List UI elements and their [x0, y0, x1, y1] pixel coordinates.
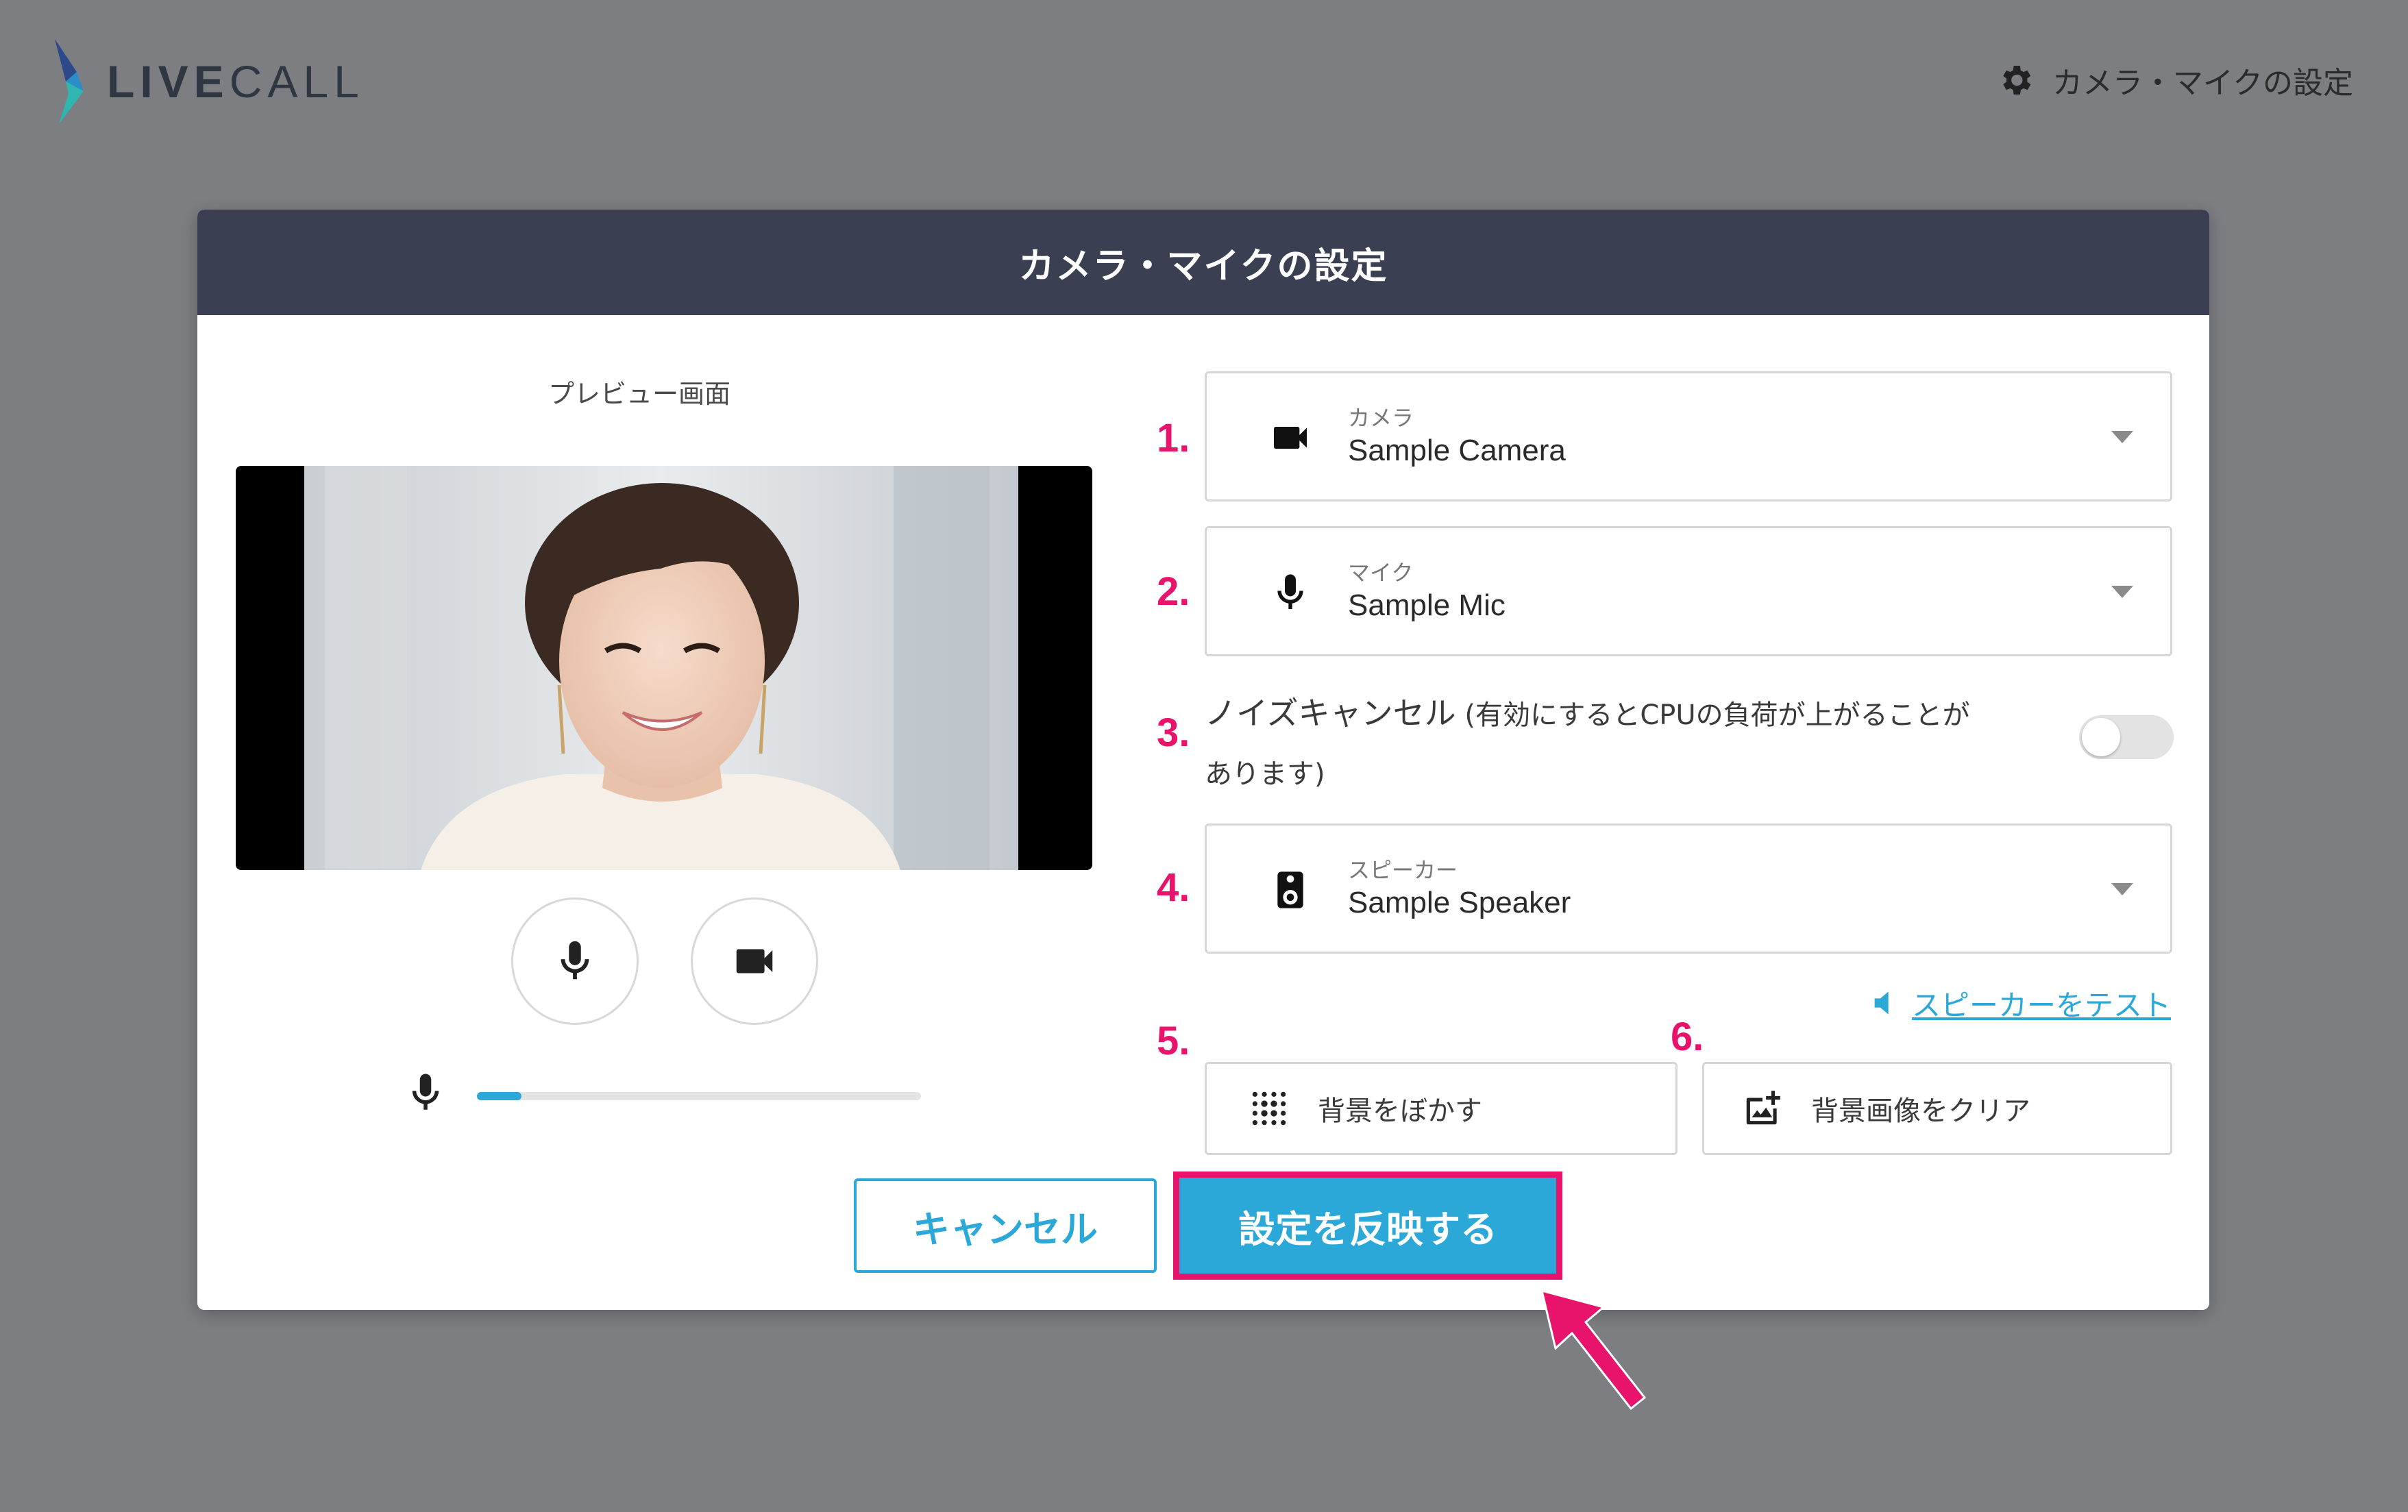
clear-background-image-button[interactable]: 背景画像をクリア [1702, 1062, 2172, 1155]
camera-select-value: Sample Camera [1348, 434, 1566, 467]
logo-mark-icon [55, 39, 84, 124]
mic-level-icon [412, 1074, 439, 1110]
marker-1: 1. [1157, 416, 1190, 460]
chevron-down-icon [2111, 586, 2133, 598]
camera-select-caption: カメラ [1348, 405, 1414, 431]
marker-6: 6. [1671, 1015, 1704, 1059]
microphone-icon [561, 941, 589, 980]
chevron-down-icon [2111, 431, 2133, 443]
speaker-test-link[interactable]: スピーカーをテスト [1871, 982, 2171, 1024]
header-settings-link[interactable]: カメラ・マイクの設定 [1996, 58, 2353, 103]
cancel-button[interactable]: キャンセル [854, 1178, 1157, 1273]
add-photo-icon [1746, 1091, 1780, 1125]
gear-icon [2003, 66, 2031, 95]
logo-text: LIVECALL [107, 56, 365, 107]
modal-title: カメラ・マイクの設定 [1018, 245, 1388, 287]
blur-icon [1252, 1091, 1286, 1126]
speaker-test-label: スピーカーをテスト [1911, 988, 2171, 1022]
camera-toggle-button[interactable] [691, 897, 818, 1025]
mic-select-caption: マイク [1348, 560, 1414, 586]
camera-preview [236, 466, 1092, 870]
livecall-logo: LIVECALL [49, 37, 365, 126]
apply-settings-button[interactable]: 設定を反映する [1173, 1172, 1562, 1280]
noise-cancel-toggle[interactable] [2079, 715, 2174, 759]
speaker-select-value: Sample Speaker [1348, 886, 1571, 919]
microphone-icon [1277, 574, 1303, 609]
noise-cancel-label: ノイズキャンセル (有効にするとCPUの負荷が上がることがあります) [1205, 684, 1993, 804]
speaker-icon [1277, 871, 1303, 908]
noise-cancel-title: ノイズキャンセル [1205, 695, 1456, 732]
marker-2: 2. [1157, 569, 1190, 614]
mic-select[interactable]: マイク Sample Mic [1205, 526, 2172, 656]
chevron-down-icon [2111, 883, 2133, 895]
mic-toggle-button[interactable] [511, 897, 639, 1025]
marker-5: 5. [1157, 1019, 1190, 1063]
video-camera-icon [736, 949, 773, 974]
settings-modal: カメラ・マイクの設定 プレビュー画面 1. 2. 3. 4. 5. 6. カメラ… [197, 210, 2209, 1310]
mic-level-meter [477, 1092, 921, 1100]
preview-label: プレビュー画面 [548, 379, 730, 409]
mic-level-fill [477, 1092, 521, 1100]
clear-background-label: 背景画像をクリア [1811, 1095, 2030, 1127]
video-camera-icon [1274, 427, 1307, 449]
blur-background-label: 背景をぼかす [1318, 1095, 1482, 1127]
modal-header: カメラ・マイクの設定 [197, 210, 2209, 315]
header-settings-label: カメラ・マイクの設定 [2052, 66, 2353, 101]
camera-select[interactable]: カメラ Sample Camera [1205, 371, 2172, 501]
speaker-select-caption: スピーカー [1348, 857, 1458, 883]
speaker-select[interactable]: スピーカー Sample Speaker [1205, 823, 2172, 954]
pointer-arrow-icon [1540, 1289, 1647, 1411]
blur-background-button[interactable]: 背景をぼかす [1205, 1062, 1678, 1155]
preview-person-image [304, 466, 1018, 870]
toggle-knob [2082, 718, 2120, 756]
marker-4: 4. [1157, 865, 1190, 910]
mic-select-value: Sample Mic [1348, 588, 1506, 622]
volume-icon [1874, 991, 1889, 1015]
marker-3: 3. [1157, 710, 1190, 755]
